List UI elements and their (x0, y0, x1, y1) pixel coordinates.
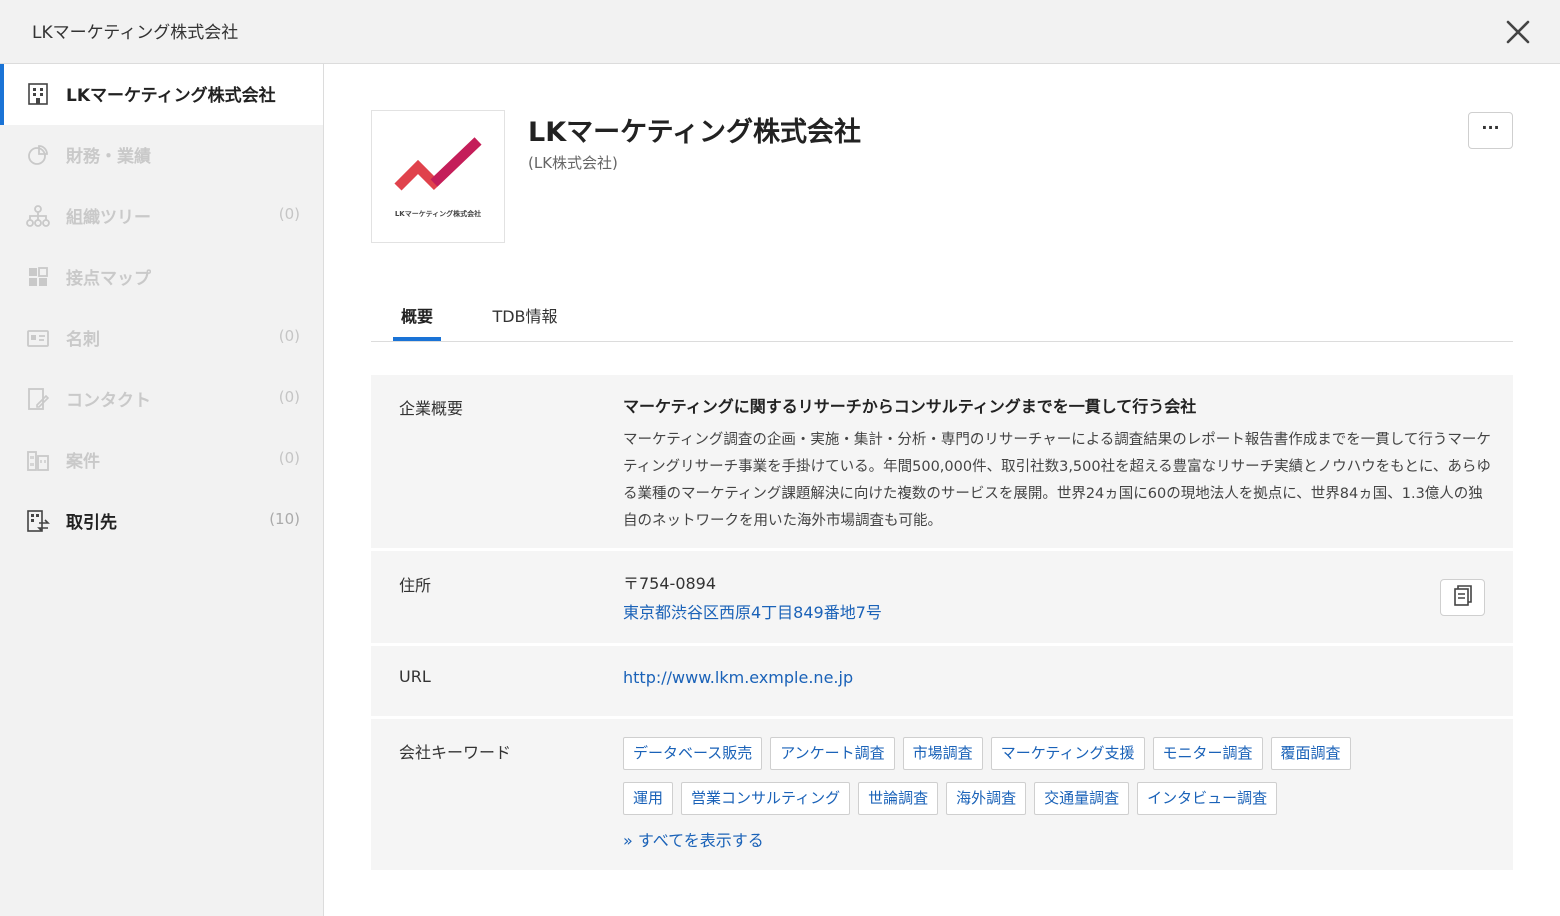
sidebar-item-deals[interactable]: 案件 (0) (0, 430, 323, 491)
sidebar-item-label: 財務・業績 (66, 147, 151, 167)
keyword-tag[interactable]: モニター調査 (1152, 737, 1263, 770)
website-link[interactable]: http://www.lkm.exmple.ne.jp (623, 668, 853, 687)
sidebar: LKマーケティング株式会社 財務・業績 組織ツリー (0) 接点マップ 名刺 (… (0, 64, 324, 916)
sidebar-item-label: コンタクト (66, 391, 151, 411)
sidebar-item-company[interactable]: LKマーケティング株式会社 (0, 64, 323, 125)
tab-overview[interactable]: 概要 (393, 290, 441, 341)
grid-map-icon (29, 267, 48, 286)
keyword-tag[interactable]: 運用 (623, 782, 674, 815)
window-title: LKマーケティング株式会社 (32, 23, 239, 43)
sidebar-item-org-tree[interactable]: 組織ツリー (0) (0, 186, 323, 247)
sidebar-item-label: LKマーケティング株式会社 (66, 86, 276, 106)
tab-bar: 概要 TDB情報 (371, 290, 1513, 342)
tab-tdb-info[interactable]: TDB情報 (483, 290, 567, 341)
sidebar-item-count: (0) (278, 388, 300, 406)
overview-description: マーケティング調査の企画・実施・集計・分析・専門のリサーチャーによる調査結果のレ… (623, 432, 1491, 529)
show-all-keywords-link[interactable]: » すべてを表示する (623, 827, 1483, 851)
logo-mark-icon (394, 137, 482, 191)
company-short-name: (LK株式会社) (528, 154, 618, 172)
contact-edit-icon (28, 388, 50, 410)
keyword-tags: データベース販売 アンケート調査 市場調査 マーケティング支援 モニター調査 覆面調査運用… (623, 737, 1483, 851)
keyword-tag[interactable]: インタビュー調査 (1137, 782, 1278, 815)
address-label: 住所 (399, 576, 432, 595)
keyword-tag[interactable]: マーケティング支援 (990, 737, 1145, 770)
sidebar-item-clients[interactable]: 取引先 (10) (0, 491, 323, 552)
keyword-tag[interactable]: 世論調査 (858, 782, 939, 815)
address-row: 住所 〒754-0894 東京都渋谷区西原4丁目849番地7号 (371, 551, 1513, 643)
sidebar-item-label: 組織ツリー (66, 208, 151, 228)
company-name: LKマーケティング株式会社 (528, 117, 861, 148)
ellipsis-icon: ··· (1481, 118, 1500, 137)
keywords-row: 会社キーワード データベース販売 アンケート調査 市場調査 マーケティング支援 モニター… (371, 719, 1513, 870)
more-options-button[interactable]: ··· (1468, 112, 1513, 149)
sidebar-item-finance[interactable]: 財務・業績 (0, 125, 323, 186)
sidebar-item-contacts[interactable]: コンタクト (0) (0, 369, 323, 430)
deals-building-icon (27, 451, 49, 471)
address-link[interactable]: 東京都渋谷区西原4丁目849番地7号 (623, 599, 882, 623)
overview-row: 企業概要 マーケティングに関するリサーチからコンサルティングまでを一貫して行う会… (371, 375, 1513, 548)
sidebar-item-label: 取引先 (66, 513, 117, 533)
keywords-label: 会社キーワード (399, 743, 512, 762)
sidebar-item-count: (0) (278, 449, 300, 467)
pie-chart-icon (28, 145, 48, 165)
sidebar-item-business-cards[interactable]: 名刺 (0) (0, 308, 323, 369)
postal-code: 〒754-0894 (623, 574, 717, 593)
keyword-tag[interactable]: 交通量調査 (1034, 782, 1130, 815)
client-exchange-icon (27, 510, 50, 532)
keyword-tag[interactable]: 営業コンサルティング (681, 782, 851, 815)
sidebar-item-count: (10) (269, 510, 300, 528)
copy-address-button[interactable] (1440, 579, 1485, 616)
sidebar-item-label: 案件 (66, 452, 100, 472)
copy-icon (1454, 585, 1472, 606)
tab-label: 概要 (400, 307, 433, 326)
keyword-tag[interactable]: データベース販売 (623, 737, 763, 770)
close-button[interactable] (1498, 12, 1538, 52)
sidebar-item-count: (0) (278, 327, 300, 345)
keyword-tag[interactable]: 海外調査 (946, 782, 1027, 815)
sidebar-item-count: (0) (278, 205, 300, 223)
url-content: http://www.lkm.exmple.ne.jp (623, 668, 853, 687)
close-icon (1506, 20, 1530, 44)
sidebar-item-label: 名刺 (66, 330, 100, 350)
sidebar-item-label: 接点マップ (66, 269, 151, 289)
address-content: 〒754-0894 東京都渋谷区西原4丁目849番地7号 (623, 570, 882, 623)
building-icon (28, 83, 48, 105)
logo-caption: LKマーケティング株式会社 (394, 210, 482, 218)
keyword-tag[interactable]: 覆面調査 (1270, 737, 1351, 770)
keyword-tag[interactable]: 市場調査 (902, 737, 983, 770)
overview-title: マーケティングに関するリサーチからコンサルティングまでを一貫して行う会社 (623, 397, 1197, 416)
keyword-tag[interactable]: アンケート調査 (770, 737, 895, 770)
url-label: URL (399, 667, 431, 686)
sidebar-item-touchpoint-map[interactable]: 接点マップ (0, 247, 323, 308)
business-card-icon (27, 330, 49, 347)
overview-label: 企業概要 (399, 399, 464, 418)
window-titlebar: LKマーケティング株式会社 (0, 0, 1560, 64)
company-logo: LKマーケティング株式会社 (371, 110, 505, 243)
url-row: URL http://www.lkm.exmple.ne.jp (371, 646, 1513, 716)
overview-content: マーケティングに関するリサーチからコンサルティングまでを一貫して行う会社 マーケ… (623, 393, 1493, 535)
org-tree-icon (26, 205, 50, 227)
tab-label: TDB情報 (492, 307, 558, 326)
